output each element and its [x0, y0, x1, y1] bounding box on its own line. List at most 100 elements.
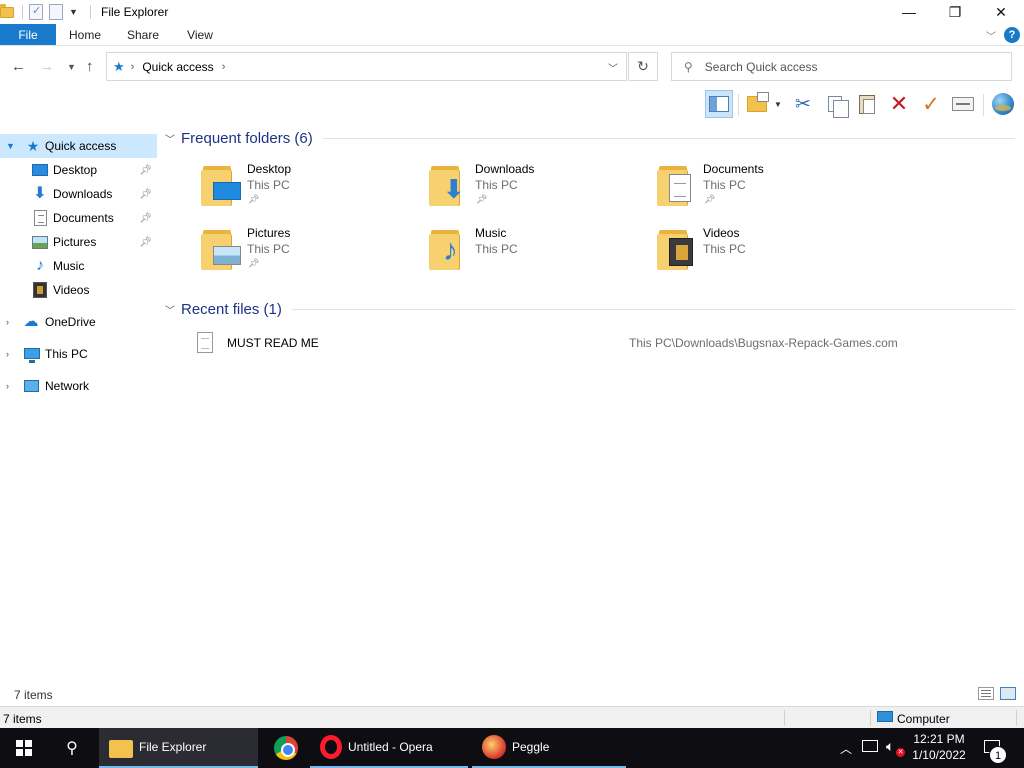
tab-share[interactable]: Share: [114, 24, 172, 45]
restore-button[interactable]: ❐: [932, 0, 978, 24]
copy-button[interactable]: [821, 90, 849, 118]
pin-icon[interactable]: 📌︎: [139, 165, 152, 176]
expand-ribbon-chevron-icon[interactable]: ﹀: [986, 28, 996, 43]
music-folder-icon: ♪: [429, 228, 469, 270]
folder-tile-downloads[interactable]: ⬇ Downloads This PC 📌︎: [429, 160, 649, 216]
refresh-button[interactable]: ↻: [628, 52, 658, 81]
show-hidden-icons-chevron-icon[interactable]: ︿: [840, 740, 852, 757]
nav-item-quick-access[interactable]: ▼ ★ Quick access: [0, 134, 157, 158]
tab-view[interactable]: View: [172, 24, 228, 45]
nav-item-this-pc[interactable]: › This PC: [0, 342, 157, 366]
quick-access-star-icon: ★: [26, 138, 40, 154]
close-button[interactable]: ✕: [978, 0, 1024, 24]
rename-button[interactable]: [949, 90, 977, 118]
pin-icon[interactable]: 📌︎: [139, 189, 152, 200]
up-arrow-icon[interactable]: ↑: [86, 58, 94, 75]
nav-item-onedrive[interactable]: › ☁ OneDrive: [0, 310, 157, 334]
collapse-chevron-icon[interactable]: ▼: [6, 141, 15, 151]
collapse-chevron-icon[interactable]: ﹀: [165, 302, 179, 317]
minimize-button[interactable]: —: [886, 0, 932, 24]
properties-icon[interactable]: [29, 4, 43, 20]
folder-tile-music[interactable]: ♪ Music This PC: [429, 224, 649, 280]
customize-qat-chevron-icon[interactable]: ▼: [69, 7, 78, 17]
file-explorer-app-icon[interactable]: [0, 4, 16, 19]
address-row: ← → ▼ ↑ ★ › Quick access › ﹀ ↻ ⚲: [0, 48, 1024, 86]
folder-tile-videos[interactable]: Videos This PC: [657, 224, 877, 280]
volume-icon[interactable]: 🔈︎: [886, 738, 894, 755]
expand-chevron-icon[interactable]: ›: [6, 349, 9, 359]
computer-icon: [877, 711, 893, 722]
tab-home[interactable]: Home: [56, 24, 114, 45]
folder-location: This PC: [475, 242, 518, 256]
folder-location: This PC: [247, 178, 290, 192]
forward-arrow-icon[interactable]: →: [39, 58, 54, 75]
network-tray-icon[interactable]: [862, 740, 878, 752]
recent-files-header[interactable]: ﹀ Recent files (1): [165, 299, 1015, 319]
nav-item-network[interactable]: › Network: [0, 374, 157, 398]
status-divider: [870, 710, 871, 726]
pin-icon[interactable]: 📌︎: [139, 213, 152, 224]
tab-file[interactable]: File: [0, 24, 56, 45]
nav-item-downloads[interactable]: ⬇ Downloads 📌︎: [0, 182, 157, 206]
new-folder-qat-icon[interactable]: [49, 4, 63, 20]
search-box[interactable]: ⚲: [671, 52, 1012, 81]
taskbar-clock[interactable]: 12:21 PM 1/10/2022: [908, 731, 970, 763]
folder-tile-pictures[interactable]: Pictures This PC 📌︎: [201, 224, 421, 280]
nav-item-music[interactable]: ♪ Music: [0, 254, 157, 278]
globe-icon: [992, 93, 1014, 115]
rename-icon: [952, 97, 974, 111]
recent-file-name: MUST READ ME: [227, 336, 319, 350]
cut-button[interactable]: ✂: [789, 90, 817, 118]
breadcrumb-chevron-icon[interactable]: ›: [131, 61, 135, 73]
taskbar-item-chrome[interactable]: [264, 728, 312, 768]
address-bar[interactable]: ★ › Quick access › ﹀: [106, 52, 627, 81]
frequent-folders-header[interactable]: ﹀ Frequent folders (6): [165, 128, 1015, 148]
details-view-icon[interactable]: [978, 687, 994, 700]
pin-icon: 📌︎: [476, 194, 488, 204]
command-toolbar: ▼ ✂ ✕ ✓: [0, 88, 1024, 120]
globe-button[interactable]: [989, 90, 1017, 118]
folder-name: Documents: [703, 162, 764, 176]
nav-label: Downloads: [53, 187, 113, 201]
expand-chevron-icon[interactable]: ›: [6, 317, 9, 327]
checkmark-button[interactable]: ✓: [917, 90, 945, 118]
nav-item-documents[interactable]: Documents 📌︎: [0, 206, 157, 230]
search-input[interactable]: [704, 59, 985, 74]
item-count: 7 items: [14, 688, 53, 702]
taskbar-item-peggle[interactable]: Peggle: [472, 728, 626, 768]
address-dropdown-chevron-icon[interactable]: ﹀: [608, 60, 618, 75]
taskbar-item-opera[interactable]: Untitled - Opera: [310, 728, 468, 768]
preview-pane-button[interactable]: [705, 90, 733, 118]
collapse-chevron-icon[interactable]: ﹀: [165, 131, 179, 146]
nav-label: Desktop: [53, 163, 98, 177]
group-divider: [291, 308, 1015, 310]
delete-button[interactable]: ✕: [885, 90, 913, 118]
large-icons-view-icon[interactable]: [1000, 687, 1016, 700]
new-folder-dropdown[interactable]: ▼: [768, 90, 788, 118]
breadcrumb-chevron-icon[interactable]: ›: [222, 61, 226, 73]
expand-chevron-icon[interactable]: ›: [6, 381, 9, 391]
recent-locations-chevron-icon[interactable]: ▼: [67, 62, 76, 72]
folder-tile-desktop[interactable]: Desktop This PC 📌︎: [201, 160, 421, 216]
text-file-icon: [197, 332, 213, 353]
folder-tile-documents[interactable]: Documents This PC 📌︎: [657, 160, 877, 216]
paste-button[interactable]: [853, 90, 881, 118]
breadcrumb-quick-access[interactable]: Quick access: [142, 60, 213, 74]
new-folder-button[interactable]: [743, 90, 771, 118]
taskbar-item-label: Untitled - Opera: [348, 740, 433, 754]
nav-item-videos[interactable]: Videos: [0, 278, 157, 302]
folder-location: This PC: [247, 242, 290, 256]
pin-icon[interactable]: 📌︎: [139, 237, 152, 248]
back-arrow-icon[interactable]: ←: [11, 58, 26, 75]
taskbar-search-button[interactable]: ⚲: [48, 728, 96, 768]
nav-item-pictures[interactable]: Pictures 📌︎: [0, 230, 157, 254]
start-button[interactable]: [0, 728, 48, 768]
search-icon: ⚲: [684, 59, 693, 74]
checkmark-icon: ✓: [922, 92, 940, 116]
taskbar-item-file-explorer[interactable]: File Explorer: [99, 728, 258, 768]
help-icon[interactable]: ?: [1004, 27, 1020, 43]
qat-separator: [22, 5, 23, 19]
recent-file-row[interactable]: MUST READ ME This PC\Downloads\Bugsnax-R…: [193, 330, 1013, 356]
pin-icon: 📌︎: [248, 258, 260, 268]
nav-item-desktop[interactable]: Desktop 📌︎: [0, 158, 157, 182]
